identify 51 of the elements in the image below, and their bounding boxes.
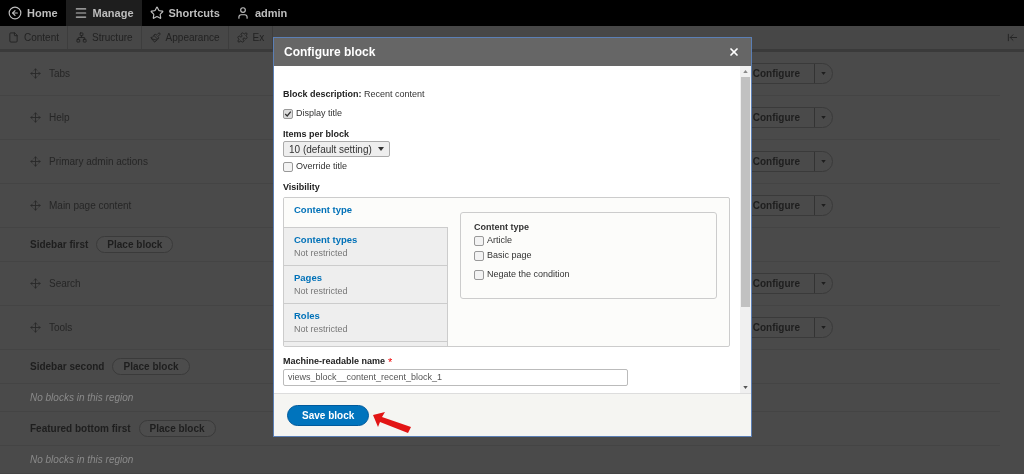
menu-icon — [73, 6, 88, 20]
scrollbar-thumb[interactable] — [741, 77, 750, 307]
toolbar-tab[interactable]: Manage — [65, 0, 142, 26]
pointer-arrow-icon — [371, 411, 414, 435]
section-title: Visibility — [283, 181, 321, 193]
back-icon — [8, 6, 22, 20]
empty-region-message: No blocks in this region — [30, 391, 134, 405]
items-per-block-select[interactable]: 10 (default setting) — [283, 141, 390, 157]
caret-icon — [377, 147, 384, 151]
checkbox-label: Article — [487, 233, 512, 247]
caret-icon — [821, 116, 826, 119]
checkbox[interactable] — [474, 250, 484, 261]
empty-region-message: No blocks in this region — [30, 453, 134, 467]
drag-handle-icon[interactable] — [30, 278, 41, 289]
hierarchy-icon — [76, 32, 88, 43]
file-icon — [8, 32, 19, 43]
checkbox-label: Display title — [296, 107, 342, 121]
dialog-title: Configure block — [284, 44, 376, 61]
panel-title: Content type — [474, 221, 530, 233]
checkbox-label: Negate the condition — [487, 268, 570, 282]
drag-handle-icon[interactable] — [30, 156, 41, 167]
star-icon — [149, 6, 164, 20]
checkbox[interactable] — [474, 270, 484, 280]
collapse-icon[interactable] — [1007, 32, 1018, 43]
scroll-up-icon[interactable] — [743, 70, 748, 73]
caret-icon — [821, 326, 826, 329]
checkbox[interactable] — [474, 235, 484, 246]
field-label: Items per block — [283, 128, 351, 140]
drag-handle-icon[interactable] — [30, 200, 41, 211]
caret-icon — [821, 282, 826, 285]
save-block-button[interactable]: Save block — [287, 404, 370, 426]
drag-handle-icon[interactable] — [30, 68, 41, 79]
checkbox[interactable] — [283, 162, 293, 172]
required-marker: * — [388, 354, 393, 370]
scroll-down-icon[interactable] — [743, 386, 748, 389]
drag-handle-icon[interactable] — [30, 112, 41, 123]
user-icon — [235, 6, 250, 20]
checkbox-label: Override title — [296, 160, 348, 174]
caret-icon — [821, 160, 826, 163]
drag-handle-icon[interactable] — [30, 322, 41, 333]
brush-icon — [149, 32, 161, 43]
caret-icon — [821, 72, 826, 75]
caret-icon — [821, 204, 826, 207]
vertical-tab[interactable]: Content type — [284, 198, 448, 228]
close-button[interactable] — [727, 45, 741, 59]
machine-name-field[interactable]: views_block__content_recent_block_1 — [283, 369, 628, 386]
field-label: Machine-readable name — [283, 355, 386, 369]
checkbox-label: Basic page — [487, 248, 532, 262]
checkbox[interactable] — [283, 109, 293, 119]
puzzle-icon — [236, 32, 248, 43]
block-description: Block description: Recent content — [283, 88, 426, 101]
